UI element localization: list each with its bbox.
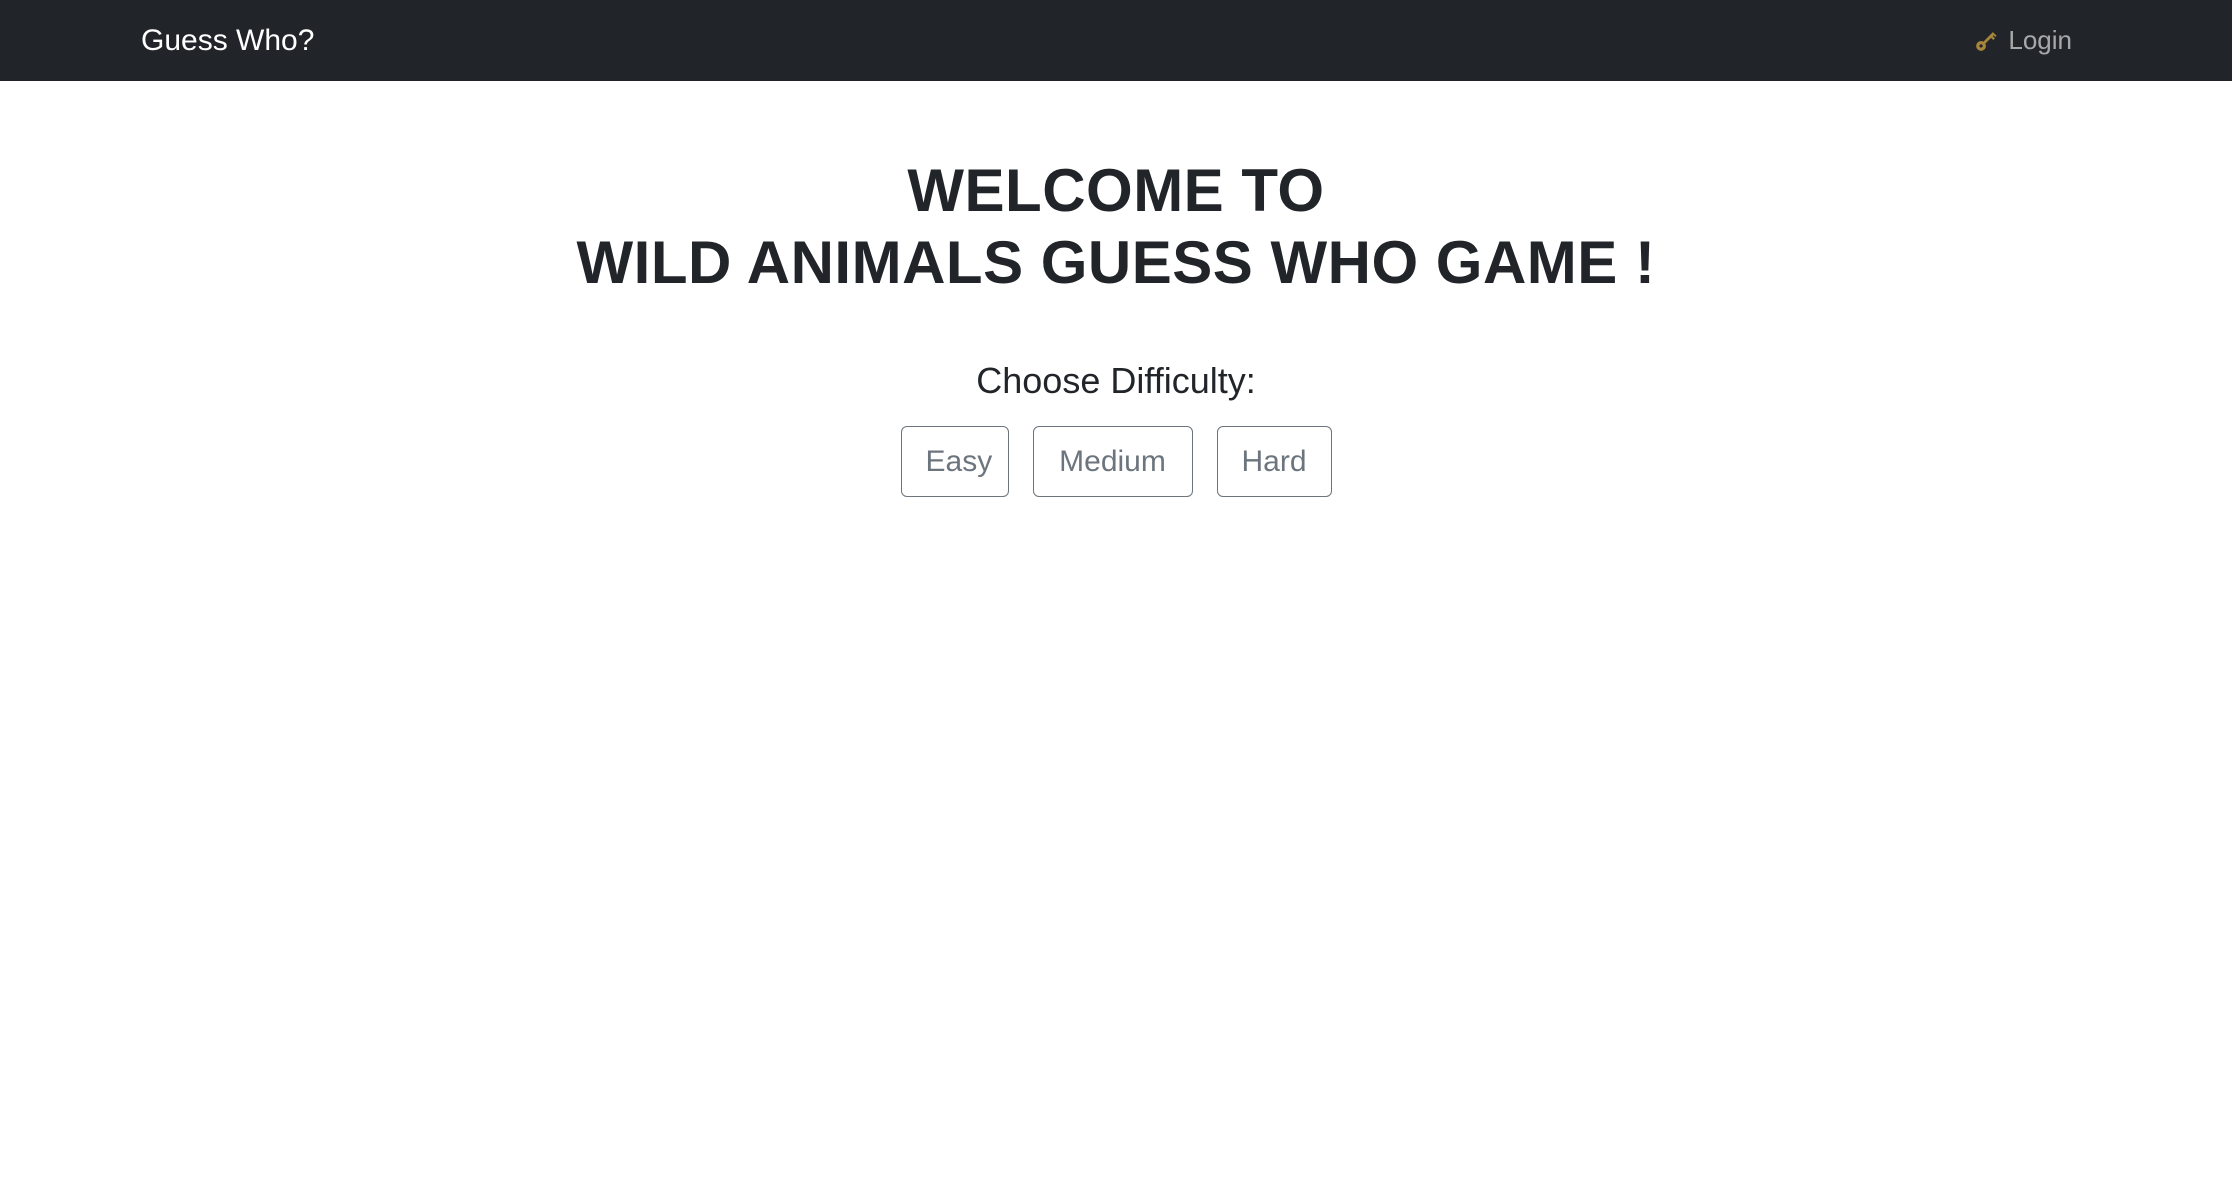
difficulty-heading: Choose Difficulty: [976,360,1256,401]
brand-link[interactable]: Guess Who? [141,0,314,81]
easy-button[interactable]: Easy [900,426,1009,497]
title-line-2: WILD ANIMALS GUESS WHO GAME ! [576,229,1656,296]
hard-button[interactable]: Hard [1216,426,1332,497]
page-title: WELCOME TO WILD ANIMALS GUESS WHO GAME ! [0,81,2232,299]
title-line-1: WELCOME TO [907,157,1325,224]
difficulty-button-group: Easy Medium Hard [0,426,2232,497]
key-icon [1976,31,1997,51]
login-label: Login [2008,25,2072,55]
login-link[interactable]: Login [1972,0,2072,81]
top-navbar: Guess Who? Login [0,0,2232,81]
medium-button[interactable]: Medium [1032,426,1193,497]
main-content: WELCOME TO WILD ANIMALS GUESS WHO GAME !… [0,81,2232,497]
